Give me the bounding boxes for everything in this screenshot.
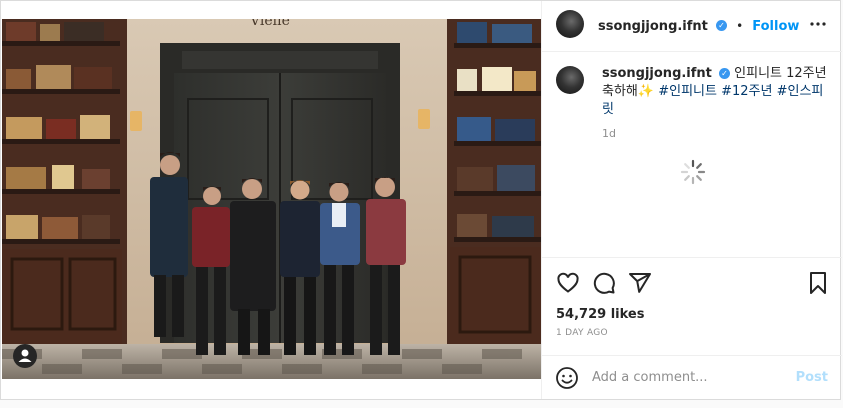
post-caption: ssongjjong.ifnt ✓ 인피니트 12주년 축하해✨ #인피니트 #… (602, 65, 827, 119)
verified-badge-icon: ✓ (715, 20, 727, 31)
post-comment-button[interactable]: Post (796, 370, 828, 385)
hashtag-link[interactable]: #인피니트 (658, 84, 717, 99)
bookmark-icon[interactable] (808, 271, 828, 299)
like-count[interactable]: 54,729 likes (556, 307, 644, 322)
post-sidebar: ssongjjong.ifnt ✓ • Follow ssongjjong.if… (541, 1, 842, 399)
user-tag-icon[interactable] (13, 344, 37, 368)
heart-icon[interactable] (556, 271, 580, 299)
caption-avatar[interactable] (556, 66, 584, 94)
verified-badge-icon: ✓ (719, 68, 731, 79)
more-icon[interactable] (810, 13, 826, 37)
action-bar (542, 257, 842, 308)
post-photo[interactable]: Vielle (2, 19, 541, 379)
emoji-icon[interactable] (555, 366, 579, 394)
sparkle-emoji: ✨ (637, 84, 655, 99)
photo-sign: Vielle (249, 19, 290, 29)
comment-bar: Add a comment... Post (542, 355, 842, 400)
comment-icon[interactable] (592, 271, 616, 299)
avatar[interactable] (556, 10, 584, 38)
follow-button[interactable]: Follow (752, 19, 799, 34)
library-photo: Vielle (2, 19, 541, 379)
caption-username[interactable]: ssongjjong.ifnt (602, 66, 712, 81)
hashtag-link[interactable]: #12주년 (721, 84, 772, 99)
separator-dot: • (736, 19, 744, 33)
comment-input[interactable]: Add a comment... (592, 370, 708, 385)
post-timestamp: 1 DAY AGO (556, 328, 608, 338)
share-icon[interactable] (628, 271, 652, 299)
header-username[interactable]: ssongjjong.ifnt (598, 19, 708, 34)
post-card: Vielle ssongjjong.ifnt ✓ • Follow ssongj… (0, 0, 842, 400)
spinner-icon (679, 158, 707, 186)
header-user-row: ssongjjong.ifnt ✓ • Follow (598, 15, 799, 34)
caption-time: 1d (602, 127, 616, 140)
post-header: ssongjjong.ifnt ✓ • Follow (542, 1, 842, 52)
